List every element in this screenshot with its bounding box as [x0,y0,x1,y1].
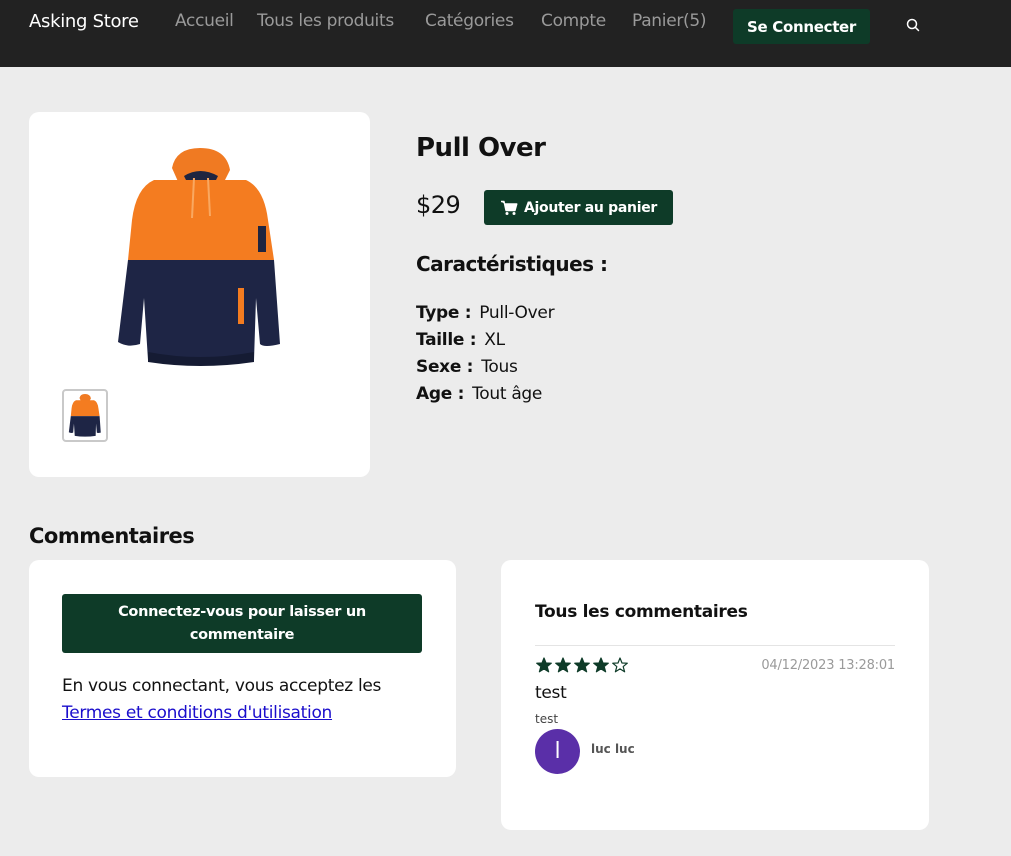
terms-link[interactable]: Termes et conditions d'utilisation [62,703,332,723]
feature-label: Age : [416,384,465,404]
thumbnail-image [68,394,101,437]
nav-link-account[interactable]: Compte [541,11,606,31]
consent-label: En vous connectant, vous acceptez les [62,676,382,696]
nav-link-accueil[interactable]: Accueil [175,11,234,31]
login-to-comment-button[interactable]: Connectez-vous pour laisser un commentai… [62,594,422,653]
consent-text: En vous connectant, vous acceptez les Te… [62,673,442,727]
comments-list-card: Tous les commentaires 04/12/2023 13:28:0… [501,560,929,830]
feature-label: Taille : [416,330,477,350]
comments-section-title: Commentaires [29,524,195,548]
feature-value: Tous [481,357,518,377]
comment-username: luc luc [591,742,635,756]
feature-type: Type : Pull-Over [416,303,555,323]
product-image-card [29,112,370,477]
star-filled-icon [536,657,552,673]
search-icon[interactable] [905,17,921,33]
features-title: Caractéristiques : [416,252,608,276]
feature-value: Pull-Over [479,303,555,323]
add-to-cart-button[interactable]: Ajouter au panier [484,190,673,225]
feature-value: Tout âge [472,384,543,404]
product-price: $29 [416,191,461,219]
star-filled-icon [593,657,609,673]
feature-value: XL [484,330,505,350]
nav-link-categories[interactable]: Catégories [425,11,514,31]
feature-age: Age : Tout âge [416,384,542,404]
product-title: Pull Over [416,133,546,163]
star-empty-icon [612,657,628,673]
avatar: l [535,729,580,774]
feature-gender: Sexe : Tous [416,357,518,377]
feature-label: Sexe : [416,357,474,377]
comments-list-title: Tous les commentaires [535,602,748,622]
cart-icon [500,200,518,215]
product-thumbnail[interactable] [62,389,108,442]
comment-date: 04/12/2023 13:28:01 [761,658,895,673]
feature-label: Type : [416,303,472,323]
feature-size: Taille : XL [416,330,505,350]
rating-stars [536,657,628,673]
product-image [118,148,280,366]
star-filled-icon [574,657,590,673]
divider [535,645,895,646]
comment-body: test [535,712,559,726]
nav-link-cart[interactable]: Panier(5) [632,11,707,31]
star-filled-icon [555,657,571,673]
brand-logo[interactable]: Asking Store [29,11,139,32]
add-to-cart-label: Ajouter au panier [523,199,657,216]
navbar: Asking Store Accueil Tous les produits C… [0,0,1011,67]
comment-title: test [535,683,567,703]
comment-login-card: Connectez-vous pour laisser un commentai… [29,560,456,777]
login-button[interactable]: Se Connecter [733,9,870,44]
nav-link-all-products[interactable]: Tous les produits [257,11,394,31]
